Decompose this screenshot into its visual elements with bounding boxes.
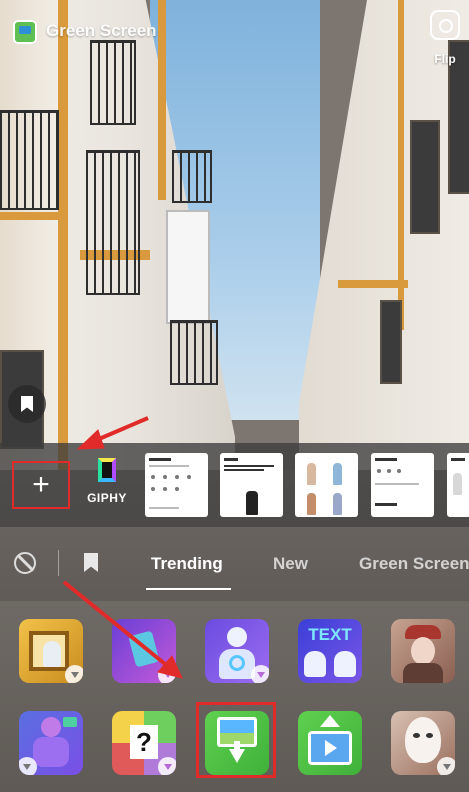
green-screen-effect-icon [13,20,37,44]
thumbnail-line [224,465,274,467]
thumbnail-dot [377,469,381,473]
flip-camera-button[interactable]: Flip [426,10,464,66]
download-icon [19,757,37,775]
window [380,300,402,384]
window [410,120,440,234]
balcony-railing [170,320,218,385]
figure-icon [43,641,61,667]
active-tab-indicator [146,588,231,590]
thumbnail-dot [151,487,155,491]
media-thumbnail[interactable] [220,453,283,517]
download-icon [251,665,269,683]
thumbnail-figure [307,493,316,515]
question-mark-icon: ? [130,725,158,759]
effect-pose[interactable] [205,619,269,683]
hand-icon [334,651,356,677]
thumbnail-dot [187,475,191,479]
thumbnail-dot [163,475,167,479]
thumbnail-dot [175,487,179,491]
favorite-button[interactable] [8,385,46,423]
effect-paint[interactable] [112,619,176,683]
paint-cup-icon [128,630,160,668]
thumbnail-price [375,503,397,506]
building-trim [338,280,408,288]
annotation-highlight-box [196,702,276,778]
flip-label: Flip [434,52,456,66]
thumbnail-figure [333,463,342,485]
giphy-button[interactable]: GIPHY [84,455,130,505]
thumbnail-dot [397,469,401,473]
effect-title: Green Screen [46,21,157,40]
media-thumbnail[interactable] [295,453,358,517]
thumbnail-header [224,458,238,461]
thumbnail-figure [333,493,342,515]
thumbnail-line [224,469,264,471]
download-icon [437,757,455,775]
shoulders-icon [403,663,443,683]
thumbnail-dot [151,475,155,479]
thumbnail-header [451,458,465,461]
balcony-railing [172,150,212,203]
effect-text[interactable]: TEXT [298,619,362,683]
remove-effect-icon[interactable] [14,552,36,574]
media-thumbnail[interactable] [371,453,434,517]
thumbnail-dot [387,469,391,473]
play-icon [325,740,337,756]
building-trim [158,0,166,200]
effect-video-upload[interactable] [298,711,362,775]
body-icon [33,737,69,767]
flip-camera-icon [430,10,460,40]
download-icon [65,665,83,683]
balcony-railing [86,150,140,295]
effect-mask[interactable] [391,711,455,775]
effect-frame[interactable] [19,619,83,683]
thumbnail-figure [246,491,258,515]
add-media-button[interactable]: + [12,461,70,509]
window [166,210,210,324]
thumbnail-dot [163,487,167,491]
thumbnail-figure [453,473,462,495]
thumbnail-header [375,458,397,461]
tab-new[interactable]: New [273,554,308,574]
building-trim [0,212,60,220]
face-icon [411,637,435,665]
download-icon [158,665,176,683]
thumbnail-header [149,458,171,461]
head-icon [227,627,247,647]
effect-portrait[interactable] [391,619,455,683]
hand-icon [304,651,326,677]
thumbnail-line [149,507,179,509]
tab-green-screen[interactable]: Green Screen [359,554,469,574]
balcony-railing [90,40,136,125]
ring-icon [229,655,245,671]
thumbnail-figure [307,463,316,485]
giphy-icon [98,458,116,482]
tab-trending[interactable]: Trending [151,554,223,574]
bookmark-icon [21,396,33,412]
media-thumbnail[interactable] [145,453,208,517]
thumbnail-dot [175,475,179,479]
text-effect-label: TEXT [308,625,352,644]
eye-icon [413,733,420,738]
effect-avatar[interactable] [19,711,83,775]
media-thumbnail[interactable] [447,453,469,517]
thumbnail-line [375,483,419,485]
screen-icon [63,717,77,727]
head-icon [41,717,61,737]
thumbnail-line [149,465,189,467]
mask-face-icon [405,717,441,763]
divider [58,550,59,576]
eye-icon [426,733,433,738]
download-icon [158,757,176,775]
balcony-railing [0,110,59,210]
effect-question[interactable]: ? [112,711,176,775]
giphy-label: GIPHY [87,491,127,505]
upload-arrow-icon [320,715,340,727]
